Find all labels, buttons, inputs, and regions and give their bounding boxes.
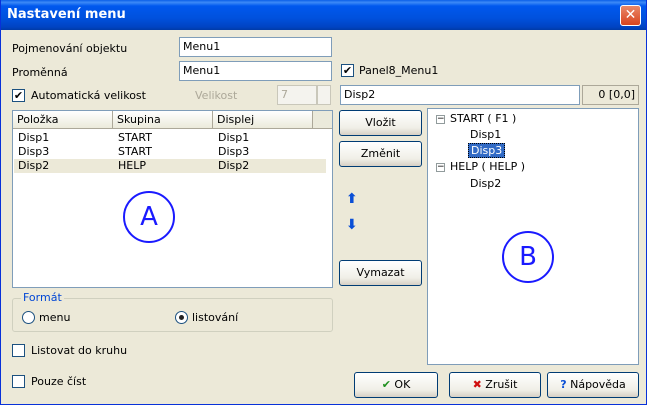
format-browse-radio[interactable] [175, 311, 188, 324]
cell-display: Disp3 [218, 145, 250, 158]
help-label: Nápověda [570, 378, 626, 391]
cancel-icon: ✖ [472, 378, 482, 391]
cell-group: START [118, 131, 152, 144]
loop-label: Listovat do kruhu [31, 344, 128, 357]
table-row[interactable]: Disp3 START Disp3 [14, 145, 326, 159]
panel-label: Panel8_Menu1 [359, 64, 439, 77]
auto-size-checkbox[interactable]: ✔ [12, 89, 25, 102]
readonly-label: Pouze číst [31, 375, 87, 388]
cell-item: Disp3 [18, 145, 50, 158]
ok-button[interactable]: ✔ OK [354, 372, 438, 398]
cell-group: START [118, 145, 152, 158]
object-name-input[interactable]: Menu1 [179, 37, 332, 57]
expander-start[interactable]: − [436, 115, 445, 124]
cell-item: Disp2 [18, 159, 50, 172]
loop-checkbox[interactable] [12, 344, 25, 357]
close-icon: ✕ [624, 7, 637, 23]
title-bar: Nastavení menu ✕ [1, 0, 646, 30]
size-spinner[interactable] [317, 85, 331, 105]
cancel-button[interactable]: ✖ Zrušit [449, 372, 541, 398]
readonly-checkbox[interactable] [12, 375, 25, 388]
format-group: Formát menu listování [12, 291, 333, 332]
items-table[interactable]: Položka Skupina Displej Disp1 START Disp… [12, 110, 333, 288]
format-menu-radio[interactable] [22, 311, 35, 324]
insert-button[interactable]: Vložit [339, 110, 422, 136]
window-title: Nastavení menu [7, 7, 126, 22]
tree-node-help[interactable]: HELP ( HELP ) [450, 160, 525, 174]
variable-label: Proměnná [12, 66, 68, 79]
check-icon: ✔ [381, 378, 391, 391]
size-input[interactable]: 7 [277, 85, 317, 105]
change-button[interactable]: Změnit [339, 141, 422, 167]
cell-display: Disp1 [218, 131, 250, 144]
tree-node-disp2[interactable]: Disp2 [470, 177, 501, 191]
menu-tree[interactable]: − START ( F1 ) Disp1 Disp3 − HELP ( HELP… [427, 108, 639, 365]
format-browse-label: listování [192, 311, 239, 324]
ok-label: OK [394, 378, 411, 391]
move-up-icon[interactable]: ⬆ [346, 191, 358, 207]
panel-checkbox[interactable]: ✔ [341, 64, 354, 77]
tree-node-start[interactable]: START ( F1 ) [450, 112, 516, 126]
close-button[interactable]: ✕ [620, 5, 641, 26]
tree-node-disp3-label: Disp3 [468, 143, 506, 158]
column-header-display[interactable]: Displej [213, 111, 313, 128]
object-name-label: Pojmenování objektu [12, 42, 128, 55]
display-input[interactable]: Disp2 [340, 85, 580, 105]
delete-button[interactable]: Vymazat [339, 260, 422, 286]
dialog-window: Nastavení menu ✕ Pojmenování objektu Men… [0, 0, 647, 405]
table-header: Položka Skupina Displej [13, 111, 332, 129]
help-icon: ? [560, 378, 567, 391]
variable-input[interactable]: Menu1 [179, 61, 332, 81]
tree-node-disp1[interactable]: Disp1 [470, 128, 501, 142]
size-label: Velikost [195, 89, 238, 102]
auto-size-label: Automatická velikost [31, 89, 146, 102]
expander-help[interactable]: − [436, 163, 445, 172]
format-menu-label: menu [39, 311, 71, 324]
cell-display: Disp2 [218, 159, 250, 172]
display-info: 0 [0,0] [582, 85, 639, 105]
help-button[interactable]: ? Nápověda [547, 372, 639, 398]
cancel-label: Zrušit [485, 378, 518, 391]
column-header-item[interactable]: Položka [13, 111, 113, 128]
annotation-b: B [502, 231, 554, 283]
cell-item: Disp1 [18, 131, 50, 144]
format-group-title: Formát [21, 291, 64, 304]
table-row[interactable]: Disp1 START Disp1 [14, 131, 326, 145]
table-row-selected[interactable]: Disp2 HELP Disp2 [14, 159, 326, 173]
cell-group: HELP [118, 159, 146, 172]
column-header-group[interactable]: Skupina [113, 111, 213, 128]
tree-node-disp3-selected[interactable]: Disp3 [468, 143, 506, 158]
annotation-a: A [123, 191, 175, 243]
move-down-icon[interactable]: ⬇ [346, 217, 358, 233]
